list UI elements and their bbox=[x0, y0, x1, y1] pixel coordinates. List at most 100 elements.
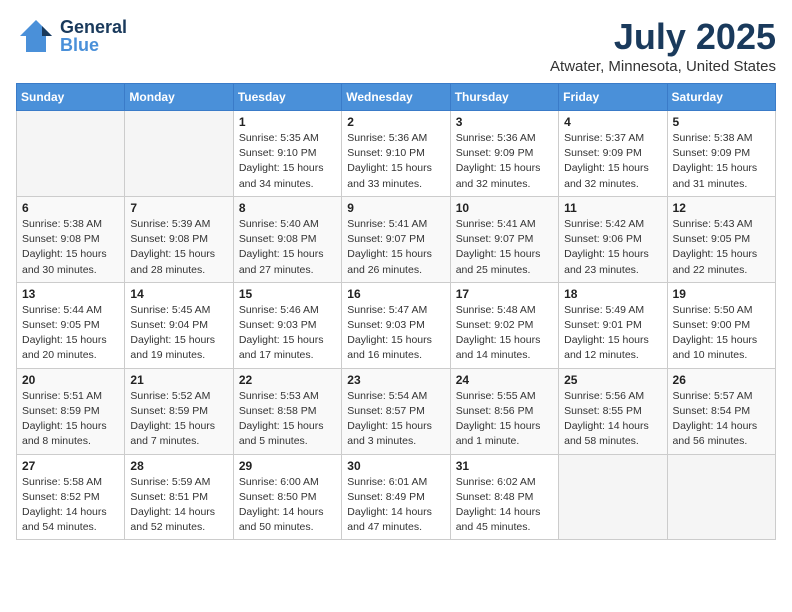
day-number: 31 bbox=[456, 459, 553, 473]
day-info: Sunrise: 5:38 AM Sunset: 9:08 PM Dayligh… bbox=[22, 217, 119, 278]
logo-blue-text: Blue bbox=[60, 36, 127, 54]
calendar-cell: 24 Sunrise: 5:55 AM Sunset: 8:56 PM Dayli… bbox=[450, 368, 558, 454]
calendar-cell: 16 Sunrise: 5:47 AM Sunset: 9:03 PM Dayli… bbox=[342, 282, 450, 368]
weekday-header-tuesday: Tuesday bbox=[233, 84, 341, 111]
calendar-cell: 19 Sunrise: 5:50 AM Sunset: 9:00 PM Dayli… bbox=[667, 282, 775, 368]
day-number: 21 bbox=[130, 373, 227, 387]
calendar-week-3: 13 Sunrise: 5:44 AM Sunset: 9:05 PM Dayli… bbox=[17, 282, 776, 368]
day-number: 12 bbox=[673, 201, 770, 215]
calendar-week-4: 20 Sunrise: 5:51 AM Sunset: 8:59 PM Dayli… bbox=[17, 368, 776, 454]
logo-icon bbox=[16, 16, 56, 56]
day-info: Sunrise: 5:55 AM Sunset: 8:56 PM Dayligh… bbox=[456, 389, 553, 450]
day-number: 26 bbox=[673, 373, 770, 387]
day-info: Sunrise: 5:48 AM Sunset: 9:02 PM Dayligh… bbox=[456, 303, 553, 364]
day-info: Sunrise: 5:44 AM Sunset: 9:05 PM Dayligh… bbox=[22, 303, 119, 364]
day-number: 2 bbox=[347, 115, 444, 129]
weekday-header-sunday: Sunday bbox=[17, 84, 125, 111]
day-info: Sunrise: 5:36 AM Sunset: 9:10 PM Dayligh… bbox=[347, 131, 444, 192]
weekday-header-monday: Monday bbox=[125, 84, 233, 111]
calendar-cell bbox=[125, 111, 233, 197]
day-number: 27 bbox=[22, 459, 119, 473]
calendar-cell: 22Sunrise: 5:53 AM Sunset: 8:58 PM Dayli… bbox=[233, 368, 341, 454]
day-number: 16 bbox=[347, 287, 444, 301]
page-header: General Blue July 2025 Atwater, Minnesot… bbox=[16, 16, 776, 75]
day-info: Sunrise: 5:51 AM Sunset: 8:59 PM Dayligh… bbox=[22, 389, 119, 450]
day-info: Sunrise: 5:45 AM Sunset: 9:04 PM Dayligh… bbox=[130, 303, 227, 364]
calendar-cell: 13 Sunrise: 5:44 AM Sunset: 9:05 PM Dayli… bbox=[17, 282, 125, 368]
day-info: Sunrise: 5:53 AM Sunset: 8:58 PM Dayligh… bbox=[239, 389, 336, 450]
day-info: Sunrise: 5:41 AM Sunset: 9:07 PM Dayligh… bbox=[347, 217, 444, 278]
logo-wordmark: General Blue bbox=[60, 18, 127, 54]
calendar-week-5: 27 Sunrise: 5:58 AM Sunset: 8:52 PM Dayli… bbox=[17, 454, 776, 540]
calendar-cell bbox=[559, 454, 667, 540]
weekday-header-saturday: Saturday bbox=[667, 84, 775, 111]
month-year: July 2025 bbox=[550, 16, 776, 58]
day-number: 10 bbox=[456, 201, 553, 215]
location: Atwater, Minnesota, United States bbox=[550, 58, 776, 75]
day-number: 7 bbox=[130, 201, 227, 215]
day-number: 20 bbox=[22, 373, 119, 387]
title-block: July 2025 Atwater, Minnesota, United Sta… bbox=[550, 16, 776, 75]
day-number: 30 bbox=[347, 459, 444, 473]
calendar-cell: 1Sunrise: 5:35 AM Sunset: 9:10 PM Daylig… bbox=[233, 111, 341, 197]
day-info: Sunrise: 6:00 AM Sunset: 8:50 PM Dayligh… bbox=[239, 475, 336, 536]
day-number: 8 bbox=[239, 201, 336, 215]
calendar-cell: 10Sunrise: 5:41 AM Sunset: 9:07 PM Dayli… bbox=[450, 196, 558, 282]
calendar-body: 1Sunrise: 5:35 AM Sunset: 9:10 PM Daylig… bbox=[17, 111, 776, 540]
day-info: Sunrise: 5:40 AM Sunset: 9:08 PM Dayligh… bbox=[239, 217, 336, 278]
calendar-cell: 2 Sunrise: 5:36 AM Sunset: 9:10 PM Daylig… bbox=[342, 111, 450, 197]
day-number: 23 bbox=[347, 373, 444, 387]
day-info: Sunrise: 5:57 AM Sunset: 8:54 PM Dayligh… bbox=[673, 389, 770, 450]
calendar-cell: 8 Sunrise: 5:40 AM Sunset: 9:08 PM Daylig… bbox=[233, 196, 341, 282]
day-number: 4 bbox=[564, 115, 661, 129]
day-number: 15 bbox=[239, 287, 336, 301]
calendar-cell: 23Sunrise: 5:54 AM Sunset: 8:57 PM Dayli… bbox=[342, 368, 450, 454]
day-info: Sunrise: 6:02 AM Sunset: 8:48 PM Dayligh… bbox=[456, 475, 553, 536]
weekday-header-friday: Friday bbox=[559, 84, 667, 111]
calendar-cell: 3Sunrise: 5:36 AM Sunset: 9:09 PM Daylig… bbox=[450, 111, 558, 197]
day-info: Sunrise: 5:38 AM Sunset: 9:09 PM Dayligh… bbox=[673, 131, 770, 192]
day-info: Sunrise: 6:01 AM Sunset: 8:49 PM Dayligh… bbox=[347, 475, 444, 536]
day-info: Sunrise: 5:36 AM Sunset: 9:09 PM Dayligh… bbox=[456, 131, 553, 192]
logo-general-text: General bbox=[60, 18, 127, 36]
day-number: 9 bbox=[347, 201, 444, 215]
day-number: 13 bbox=[22, 287, 119, 301]
calendar-cell: 27 Sunrise: 5:58 AM Sunset: 8:52 PM Dayli… bbox=[17, 454, 125, 540]
calendar-cell: 26 Sunrise: 5:57 AM Sunset: 8:54 PM Dayli… bbox=[667, 368, 775, 454]
day-info: Sunrise: 5:56 AM Sunset: 8:55 PM Dayligh… bbox=[564, 389, 661, 450]
calendar-cell: 28 Sunrise: 5:59 AM Sunset: 8:51 PM Dayli… bbox=[125, 454, 233, 540]
calendar-cell: 7 Sunrise: 5:39 AM Sunset: 9:08 PM Daylig… bbox=[125, 196, 233, 282]
day-info: Sunrise: 5:35 AM Sunset: 9:10 PM Dayligh… bbox=[239, 131, 336, 192]
day-info: Sunrise: 5:52 AM Sunset: 8:59 PM Dayligh… bbox=[130, 389, 227, 450]
day-number: 18 bbox=[564, 287, 661, 301]
calendar-cell: 25 Sunrise: 5:56 AM Sunset: 8:55 PM Dayli… bbox=[559, 368, 667, 454]
logo: General Blue bbox=[16, 16, 127, 56]
day-number: 28 bbox=[130, 459, 227, 473]
weekday-header-thursday: Thursday bbox=[450, 84, 558, 111]
day-info: Sunrise: 5:37 AM Sunset: 9:09 PM Dayligh… bbox=[564, 131, 661, 192]
day-number: 17 bbox=[456, 287, 553, 301]
day-number: 19 bbox=[673, 287, 770, 301]
day-number: 29 bbox=[239, 459, 336, 473]
calendar-header: SundayMondayTuesdayWednesdayThursdayFrid… bbox=[17, 84, 776, 111]
calendar-cell: 14 Sunrise: 5:45 AM Sunset: 9:04 PM Dayli… bbox=[125, 282, 233, 368]
day-number: 14 bbox=[130, 287, 227, 301]
calendar-table: SundayMondayTuesdayWednesdayThursdayFrid… bbox=[16, 83, 776, 540]
calendar-cell: 31 Sunrise: 6:02 AM Sunset: 8:48 PM Dayli… bbox=[450, 454, 558, 540]
calendar-cell: 21 Sunrise: 5:52 AM Sunset: 8:59 PM Dayli… bbox=[125, 368, 233, 454]
day-info: Sunrise: 5:46 AM Sunset: 9:03 PM Dayligh… bbox=[239, 303, 336, 364]
day-info: Sunrise: 5:59 AM Sunset: 8:51 PM Dayligh… bbox=[130, 475, 227, 536]
day-info: Sunrise: 5:39 AM Sunset: 9:08 PM Dayligh… bbox=[130, 217, 227, 278]
calendar-cell: 6 Sunrise: 5:38 AM Sunset: 9:08 PM Daylig… bbox=[17, 196, 125, 282]
calendar-cell: 20 Sunrise: 5:51 AM Sunset: 8:59 PM Dayli… bbox=[17, 368, 125, 454]
day-info: Sunrise: 5:47 AM Sunset: 9:03 PM Dayligh… bbox=[347, 303, 444, 364]
day-number: 6 bbox=[22, 201, 119, 215]
day-number: 25 bbox=[564, 373, 661, 387]
calendar-cell: 30 Sunrise: 6:01 AM Sunset: 8:49 PM Dayli… bbox=[342, 454, 450, 540]
day-info: Sunrise: 5:50 AM Sunset: 9:00 PM Dayligh… bbox=[673, 303, 770, 364]
calendar-cell: 12Sunrise: 5:43 AM Sunset: 9:05 PM Dayli… bbox=[667, 196, 775, 282]
day-info: Sunrise: 5:58 AM Sunset: 8:52 PM Dayligh… bbox=[22, 475, 119, 536]
calendar-cell bbox=[667, 454, 775, 540]
calendar-cell: 11Sunrise: 5:42 AM Sunset: 9:06 PM Dayli… bbox=[559, 196, 667, 282]
day-number: 24 bbox=[456, 373, 553, 387]
